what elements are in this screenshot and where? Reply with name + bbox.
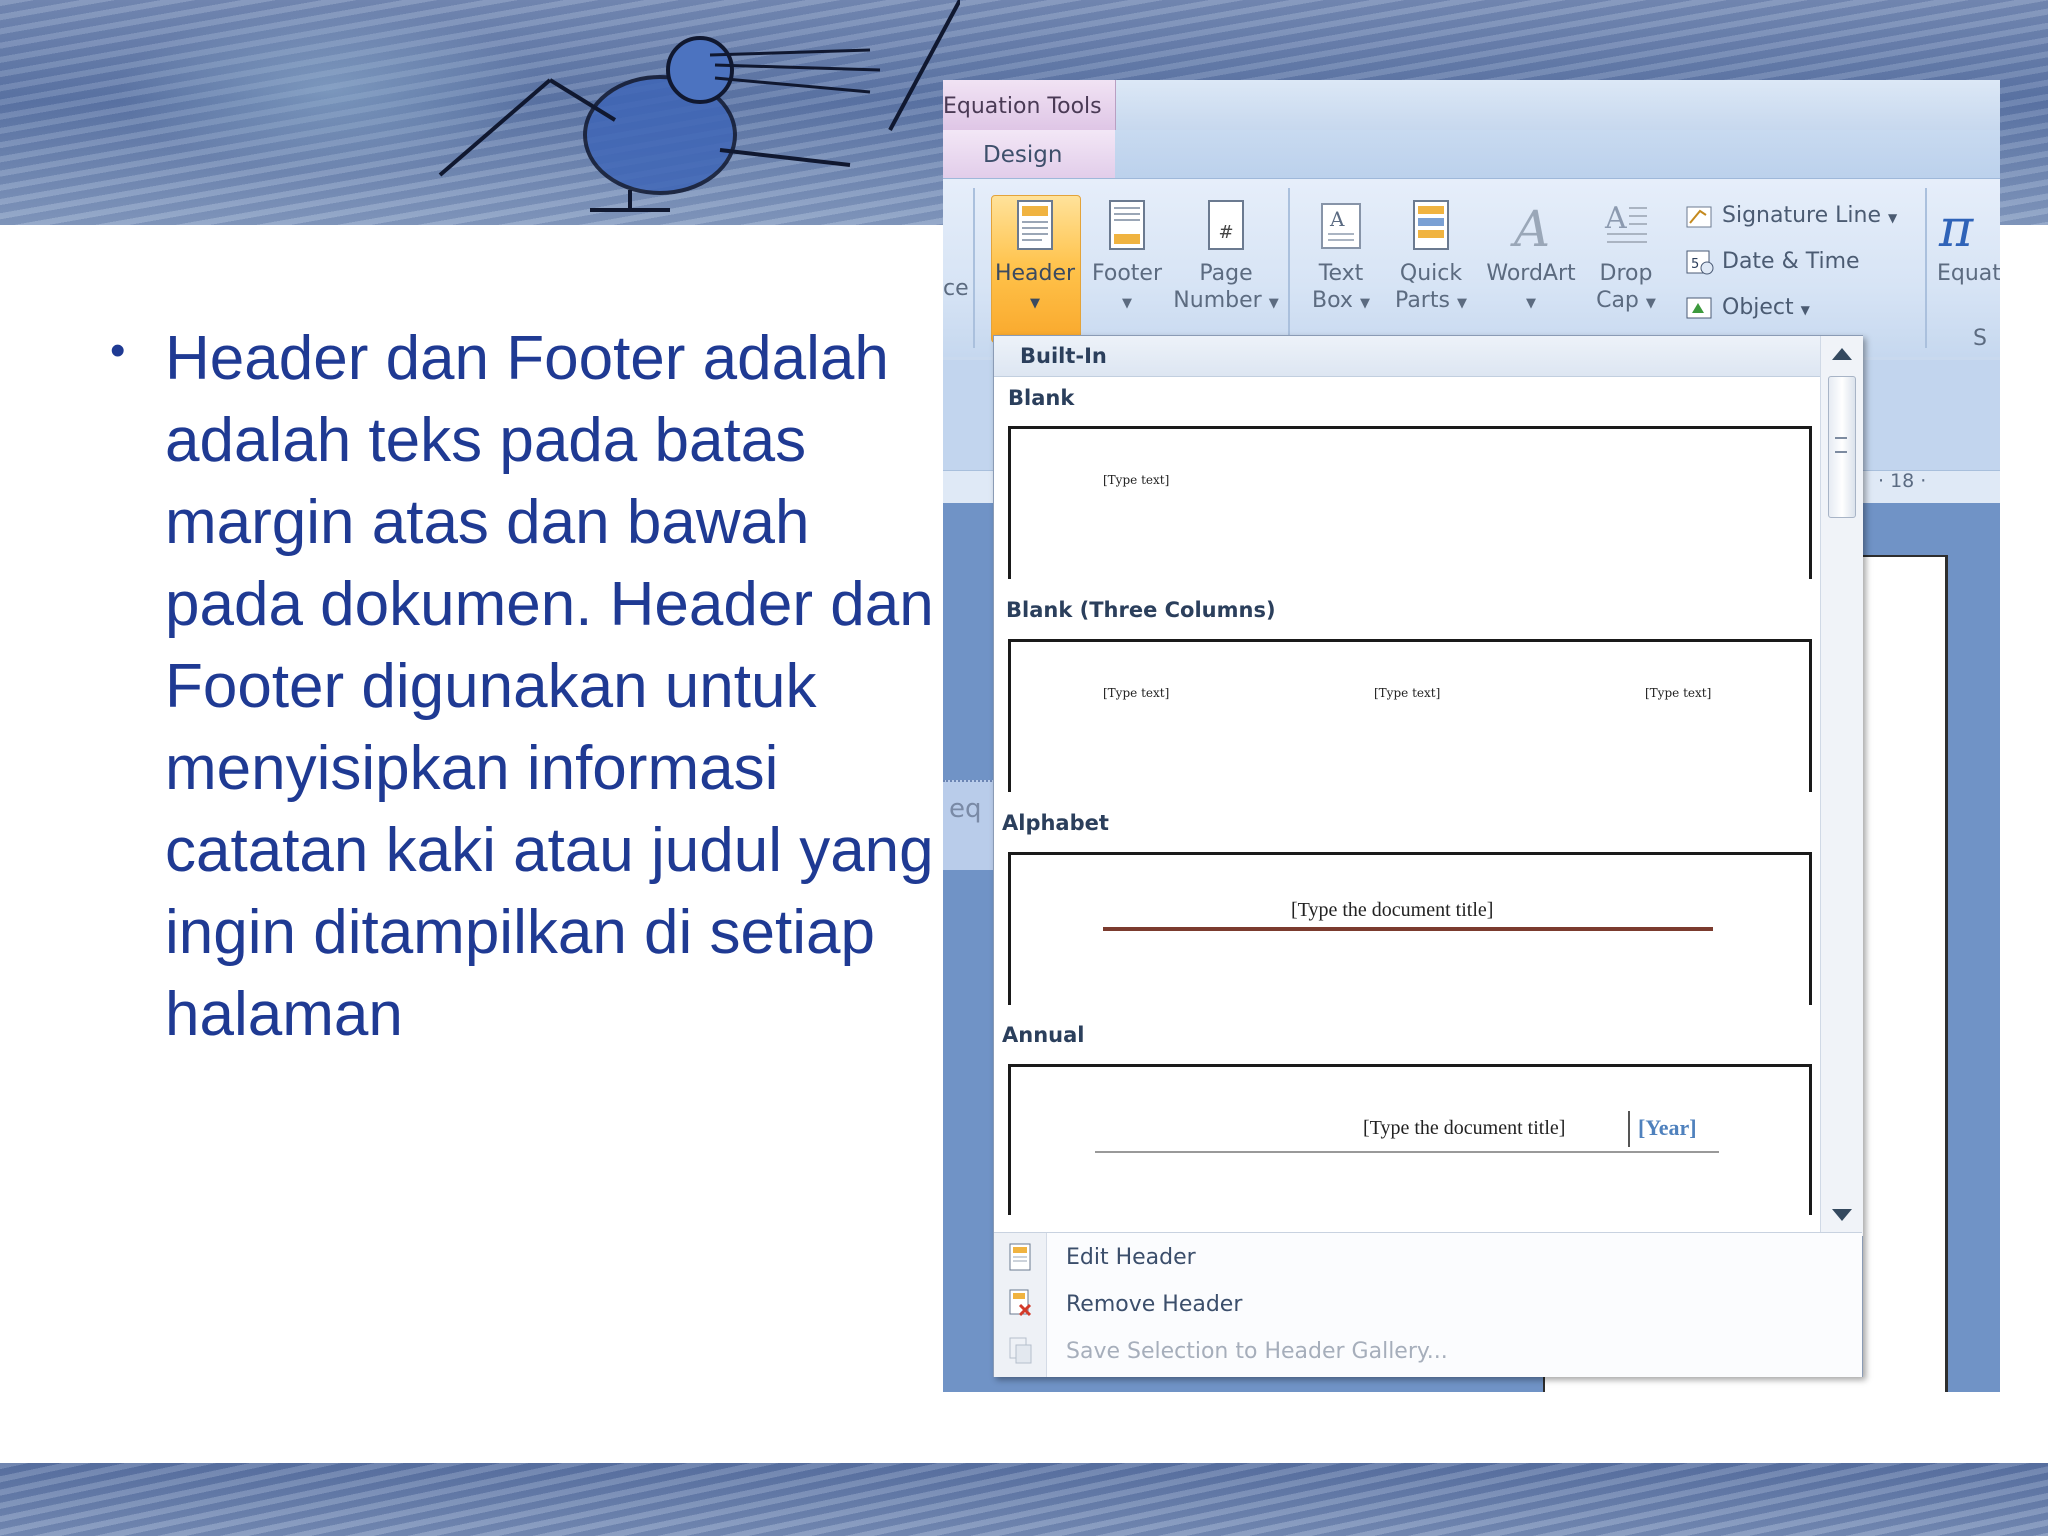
partial-ribbon-label: ce [943, 276, 969, 301]
gallery-item-alphabet[interactable]: [Type the document title] [1008, 852, 1812, 1005]
wordart-button[interactable]: A WordArt ▼ [1483, 198, 1579, 317]
header-icon [1017, 200, 1053, 250]
svg-text:#: # [1218, 222, 1233, 243]
bullet-text: Header dan Footer adalah adalah teks pad… [165, 324, 934, 1049]
annual-rule-line [1095, 1151, 1719, 1153]
scroll-up-arrow-icon[interactable] [1832, 348, 1852, 360]
drop-cap-label-2: Cap [1596, 288, 1639, 313]
divider [1628, 1111, 1630, 1147]
grip-icon [1835, 437, 1847, 453]
quick-parts-label-1: Quick [1399, 261, 1463, 286]
header-label: Header [994, 261, 1076, 286]
stick-figure-drawing [438, 0, 960, 212]
svg-text:5: 5 [1691, 257, 1699, 272]
gallery-section-header: Built-In [994, 336, 1820, 377]
dropdown-arrow-icon: ▼ [1359, 296, 1370, 311]
save-selection-menu-item[interactable]: Save Selection to Header Gallery... [1066, 1339, 1448, 1364]
placeholder-text-center: [Type text] [1374, 686, 1441, 700]
drop-cap-button[interactable]: A Drop Cap ▼ [1591, 198, 1661, 317]
equation-label: Equat [1937, 261, 2000, 286]
header-button-content[interactable]: Header ▼ [991, 198, 1079, 317]
bottom-banner-image [0, 1463, 2048, 1536]
save-to-gallery-icon [1009, 1337, 1032, 1364]
scroll-thumb[interactable] [1828, 376, 1856, 518]
page-number-label-2: Number [1173, 288, 1262, 313]
equation-button[interactable]: π Equat [1937, 198, 2000, 287]
footer-label: Footer [1092, 261, 1162, 286]
drop-cap-label-1: Drop [1599, 261, 1653, 286]
dropdown-arrow-icon: ▼ [1030, 296, 1040, 311]
gallery-scrollbar[interactable] [1820, 336, 1863, 1236]
gallery-item-annual[interactable]: [Type the document title] [Year] [1008, 1064, 1812, 1215]
dropdown-arrow-icon: ▼ [1887, 211, 1898, 225]
group-separator [973, 188, 975, 348]
alphabet-rule-line [1103, 927, 1713, 931]
object-label: Object [1722, 295, 1794, 320]
text-box-label-2: Box [1312, 288, 1353, 313]
page-number-icon: # [1208, 200, 1244, 250]
gallery-menu: Edit Header Remove Header Save Selection… [994, 1232, 1862, 1377]
text-box-icon: A [1321, 203, 1361, 249]
gallery-item-title: Blank (Three Columns) [1006, 598, 1276, 622]
placeholder-year: [Year] [1638, 1115, 1697, 1140]
footer-icon [1109, 200, 1145, 250]
calendar-clock-icon: 5 [1686, 250, 1714, 275]
text-box-button[interactable]: A Text Box ▼ [1303, 198, 1379, 317]
object-button[interactable]: Object ▼ [1686, 295, 1810, 321]
wordart-label: WordArt [1486, 261, 1576, 286]
placeholder-text-right: [Type text] [1645, 686, 1712, 700]
dropdown-arrow-icon: ▼ [1800, 303, 1810, 317]
placeholder-title: [Type the document title] [1363, 1117, 1566, 1139]
svg-text:A: A [1510, 200, 1550, 254]
ruler-number: · 18 · [1878, 470, 1927, 492]
date-time-button[interactable]: 5 Date & Time [1686, 249, 1860, 275]
wordart-icon: A [1510, 200, 1550, 254]
signature-line-button[interactable]: Signature Line ▼ [1686, 203, 1897, 229]
gallery-item-title: Blank [1008, 386, 1075, 410]
gallery-item-title: Alphabet [1002, 811, 1109, 835]
equation-tools-label: Equation Tools [943, 80, 1116, 130]
page-number-label-1: Page [1199, 261, 1253, 286]
gallery-item-blank[interactable]: [Type text] [1008, 426, 1812, 579]
edit-header-icon [1009, 1243, 1031, 1271]
drop-cap-icon: A [1604, 201, 1647, 243]
text-box-label-1: Text [1318, 261, 1364, 286]
scroll-down-arrow-icon[interactable] [1832, 1209, 1852, 1221]
footer-button[interactable]: Footer ▼ [1083, 198, 1171, 317]
dropdown-arrow-icon: ▼ [1122, 296, 1132, 311]
signature-line-label: Signature Line [1722, 203, 1881, 228]
svg-text:π: π [1938, 199, 1974, 254]
dropdown-arrow-icon: ▼ [1526, 296, 1536, 311]
quick-parts-button[interactable]: Quick Parts ▼ [1391, 198, 1471, 317]
svg-text:A: A [1604, 201, 1627, 236]
pi-icon: π [1938, 199, 1974, 254]
dropdown-arrow-icon: ▼ [1645, 296, 1656, 311]
bullet-dot: • [110, 326, 126, 375]
equation-group-label: S [1973, 326, 1987, 351]
dropdown-arrow-icon: ▼ [1268, 296, 1279, 311]
header-gallery-dropdown: Built-In Blank [Type text] Blank (Three … [993, 335, 1863, 1377]
edit-header-menu-item[interactable]: Edit Header [1066, 1245, 1196, 1270]
gallery-item-blank-three-columns[interactable]: [Type text] [Type text] [Type text] [1008, 639, 1812, 792]
object-icon [1686, 297, 1712, 319]
remove-header-menu-item[interactable]: Remove Header [1066, 1292, 1242, 1317]
page-number-button[interactable]: # Page Number ▼ [1171, 198, 1281, 317]
placeholder-title: [Type the document title] [1291, 899, 1494, 921]
dropdown-arrow-icon: ▼ [1456, 296, 1467, 311]
placeholder-text: [Type text] [1103, 473, 1170, 487]
group-separator [1925, 188, 1927, 348]
signature-icon [1686, 206, 1712, 228]
remove-header-icon [1009, 1289, 1032, 1317]
tab-design[interactable]: Design [943, 130, 1115, 178]
gallery-item-title: Annual [1002, 1023, 1085, 1047]
date-time-label: Date & Time [1722, 249, 1860, 274]
group-separator [1288, 188, 1290, 348]
svg-text:A: A [1329, 207, 1345, 231]
quick-parts-icon [1413, 200, 1449, 250]
quick-parts-label-2: Parts [1395, 288, 1450, 313]
placeholder-text-left: [Type text] [1103, 686, 1170, 700]
